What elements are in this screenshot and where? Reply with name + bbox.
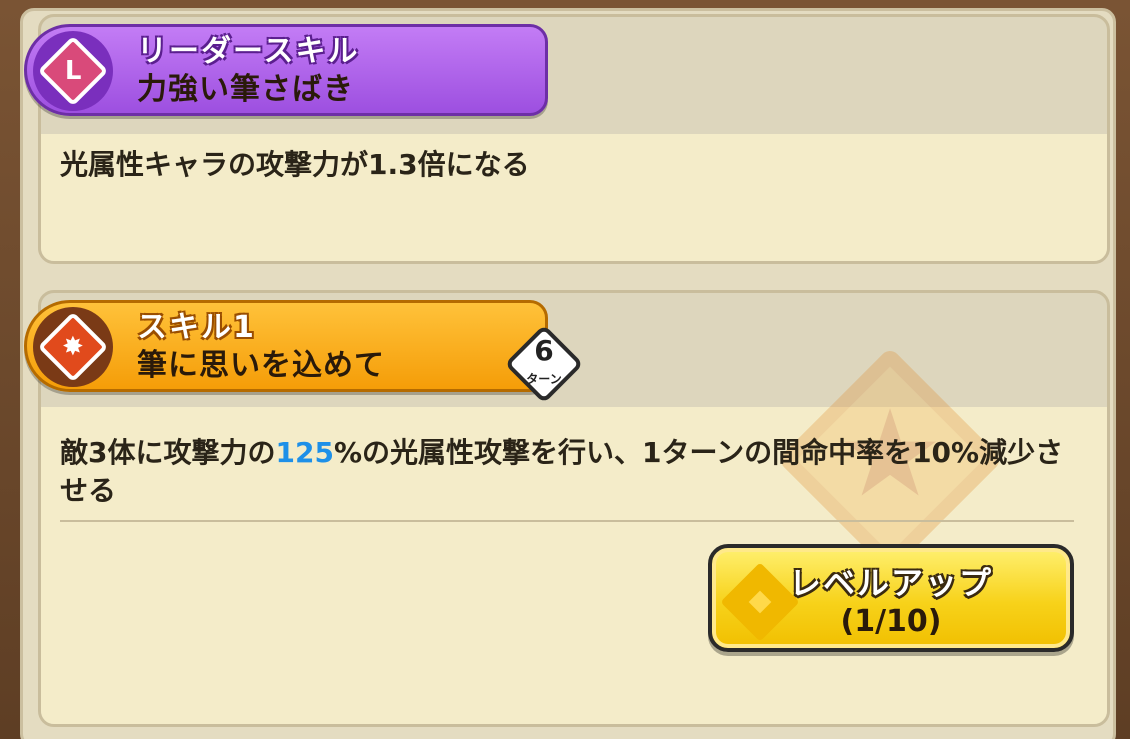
divider [60,520,1074,522]
skill1-description: 敵3体に攻撃力の125%の光属性攻撃を行い、1ターンの間命中率を10%減少させる [60,434,1070,510]
leader-scroll-icon: L [33,31,113,111]
leader-skill-header: L リーダースキル 力強い筆さばき [24,24,548,116]
skill1-label: スキル1 [137,310,256,345]
level-up-button[interactable]: レベルアップ (1/10) [708,544,1074,652]
turn-count: 6 [534,334,554,367]
skill1-description-highlight: 125 [275,436,334,469]
skill1-name: 筆に思いを込めて [137,348,385,383]
turn-count-badge: 6 ターン [504,324,584,404]
skill1-description-before: 敵3体に攻撃力の [60,436,276,469]
leader-skill-name: 力強い筆さばき [137,72,354,107]
turn-unit-label: ターン [526,372,562,386]
skill-burst-icon: ✸ [33,307,113,387]
leader-skill-label: リーダースキル [137,34,360,69]
skill1-header: ✸ スキル1 筆に思いを込めて [24,300,548,392]
leader-skill-description: 光属性キャラの攻撃力が1.3倍になる [60,148,530,181]
level-up-label: レベルアップ [788,564,993,602]
level-up-count: (1/10) [840,604,942,639]
